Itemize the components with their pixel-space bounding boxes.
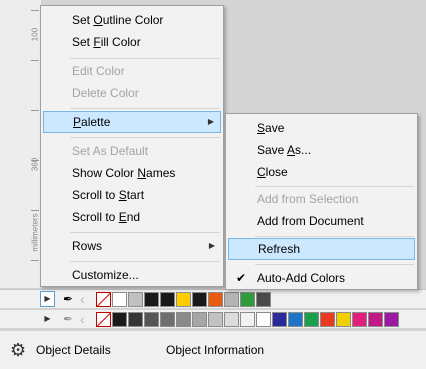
left-toolbar-strip bbox=[0, 0, 28, 288]
menu-separator bbox=[70, 58, 220, 59]
color-swatch[interactable] bbox=[256, 312, 271, 327]
color-swatch[interactable] bbox=[160, 312, 175, 327]
ruler-mark: 360 bbox=[30, 157, 40, 172]
color-swatch[interactable] bbox=[160, 292, 175, 307]
submenu-item-close[interactable]: Close bbox=[228, 161, 415, 183]
color-swatch[interactable] bbox=[240, 312, 255, 327]
no-color-swatch[interactable] bbox=[96, 312, 111, 327]
color-swatch[interactable] bbox=[320, 312, 335, 327]
ruler-unit-label: millimeters bbox=[30, 213, 40, 252]
menu-item-set-fill-color[interactable]: Set Fill Color bbox=[43, 31, 221, 53]
submenu-arrow-icon: ▶ bbox=[207, 117, 214, 126]
checkmark-icon: ✔ bbox=[236, 271, 247, 285]
submenu-arrow-icon: ▶ bbox=[208, 241, 215, 250]
color-swatch[interactable] bbox=[208, 292, 223, 307]
object-details-label[interactable]: Object Details bbox=[36, 343, 111, 357]
menu-item-delete-color[interactable]: Delete Color bbox=[43, 82, 221, 104]
menu-item-scroll-to-end[interactable]: Scroll to End bbox=[43, 206, 221, 228]
color-swatch[interactable] bbox=[224, 292, 239, 307]
gear-icon[interactable]: ⚙ bbox=[10, 341, 26, 359]
color-swatch[interactable] bbox=[256, 292, 271, 307]
menu-separator bbox=[70, 137, 220, 138]
menu-item-rows[interactable]: Rows ▶ bbox=[43, 235, 221, 257]
color-swatch[interactable] bbox=[384, 312, 399, 327]
submenu-item-label: Auto-Add Colors bbox=[257, 271, 346, 285]
color-swatch[interactable] bbox=[176, 292, 191, 307]
color-swatch[interactable] bbox=[272, 312, 287, 327]
ruler-mark: 100 bbox=[30, 27, 40, 42]
menu-item-customize[interactable]: Customize... bbox=[43, 264, 221, 286]
color-swatch[interactable] bbox=[192, 312, 207, 327]
color-swatch[interactable] bbox=[144, 312, 159, 327]
submenu-item-save[interactable]: Save bbox=[228, 117, 415, 139]
palette-menu-arrow-button[interactable]: ▶ bbox=[40, 291, 55, 307]
menu-item-palette[interactable]: Palette ▶ bbox=[43, 111, 221, 133]
color-swatch[interactable] bbox=[144, 292, 159, 307]
eyedropper-icon[interactable]: ✒ bbox=[60, 291, 76, 307]
eyedropper-icon[interactable]: ✒ bbox=[60, 311, 76, 327]
color-swatch[interactable] bbox=[352, 312, 367, 327]
menu-separator bbox=[70, 261, 220, 262]
color-swatch[interactable] bbox=[304, 312, 319, 327]
menu-separator bbox=[70, 108, 220, 109]
color-swatch[interactable] bbox=[368, 312, 383, 327]
color-swatch[interactable] bbox=[336, 312, 351, 327]
color-palette-row-1: ▶ ✒ ‹ bbox=[0, 289, 426, 308]
color-swatch[interactable] bbox=[112, 292, 127, 307]
submenu-item-save-as[interactable]: Save As... bbox=[228, 139, 415, 161]
ruler-tick bbox=[31, 110, 39, 111]
swatch-strip bbox=[96, 312, 400, 327]
status-bar: ⚙ Object Details Object Information bbox=[0, 330, 426, 369]
submenu-item-auto-add-colors[interactable]: ✔ Auto-Add Colors bbox=[228, 267, 415, 289]
menu-separator bbox=[255, 264, 414, 265]
menu-item-show-color-names[interactable]: Show Color Names bbox=[43, 162, 221, 184]
scroll-left-chevron-icon[interactable]: ‹ bbox=[80, 310, 85, 328]
color-swatch[interactable] bbox=[240, 292, 255, 307]
swatch-strip bbox=[96, 292, 272, 307]
submenu-item-add-from-selection[interactable]: Add from Selection bbox=[228, 188, 415, 210]
ruler-tick bbox=[31, 60, 39, 61]
color-swatch[interactable] bbox=[208, 312, 223, 327]
menu-item-set-outline-color[interactable]: Set Outline Color bbox=[43, 9, 221, 31]
color-swatch[interactable] bbox=[224, 312, 239, 327]
no-color-swatch[interactable] bbox=[96, 292, 111, 307]
palette-context-menu: Set Outline Color Set Fill Color Edit Co… bbox=[40, 5, 224, 287]
color-palette-row-2: ▶ ✒ ‹ bbox=[0, 310, 426, 328]
ruler-tick bbox=[31, 10, 39, 11]
color-swatch[interactable] bbox=[128, 292, 143, 307]
menu-separator bbox=[255, 186, 414, 187]
menu-separator bbox=[70, 232, 220, 233]
palette-menu-arrow-button[interactable]: ▶ bbox=[40, 311, 55, 327]
submenu-item-refresh[interactable]: Refresh bbox=[228, 238, 415, 260]
color-swatch[interactable] bbox=[192, 292, 207, 307]
menu-item-set-as-default[interactable]: Set As Default bbox=[43, 140, 221, 162]
scroll-left-chevron-icon[interactable]: ‹ bbox=[80, 290, 85, 308]
object-information-label[interactable]: Object Information bbox=[166, 343, 264, 357]
color-swatch[interactable] bbox=[128, 312, 143, 327]
menu-item-edit-color[interactable]: Edit Color bbox=[43, 60, 221, 82]
color-swatch[interactable] bbox=[112, 312, 127, 327]
palette-submenu: Save Save As... Close Add from Selection… bbox=[225, 113, 418, 290]
submenu-item-add-from-document[interactable]: Add from Document bbox=[228, 210, 415, 232]
menu-item-scroll-to-start[interactable]: Scroll to Start bbox=[43, 184, 221, 206]
color-swatch[interactable] bbox=[176, 312, 191, 327]
color-swatch[interactable] bbox=[288, 312, 303, 327]
menu-separator bbox=[255, 236, 414, 237]
